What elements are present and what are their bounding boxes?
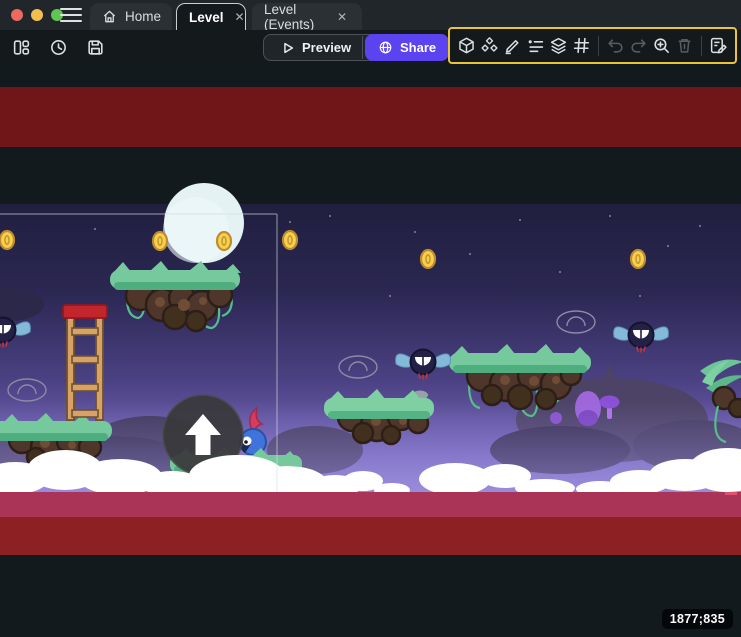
share-button[interactable]: Share	[365, 34, 449, 61]
lava-floor-object[interactable]	[0, 492, 741, 517]
tab-level-events-close-icon[interactable]: ✕	[334, 8, 350, 26]
star	[699, 225, 701, 227]
star	[559, 271, 561, 273]
tab-level-events[interactable]: Level (Events) ✕	[252, 3, 362, 30]
cursor-coordinates-badge: 1877;835	[662, 609, 733, 629]
object-groups-icon[interactable]	[479, 35, 500, 57]
edit-pencil-icon[interactable]	[502, 35, 523, 57]
scene-properties-icon[interactable]	[708, 35, 729, 57]
star	[389, 295, 391, 297]
star	[519, 219, 521, 221]
window-controls	[11, 9, 63, 21]
coin[interactable]	[0, 231, 14, 249]
globe-icon	[378, 40, 393, 55]
tab-level-label: Level	[189, 10, 224, 25]
preview-button-label: Preview	[302, 40, 351, 55]
redo-icon[interactable]	[628, 35, 649, 57]
home-icon	[102, 9, 117, 24]
grid-icon[interactable]	[571, 35, 592, 57]
star	[469, 253, 471, 255]
star	[639, 295, 641, 297]
star	[289, 221, 291, 223]
tab-home-label: Home	[125, 9, 161, 24]
history-icon[interactable]	[47, 36, 69, 58]
scene-editor-toolbar-highlight	[448, 27, 737, 64]
lava-floor-detail	[725, 492, 737, 495]
coin[interactable]	[421, 250, 435, 268]
delete-icon[interactable]	[674, 35, 695, 57]
star	[329, 215, 331, 217]
star	[667, 245, 669, 247]
project-manager-icon[interactable]	[10, 36, 32, 58]
title-bar: Home Level ✕ Level (Events) ✕	[0, 0, 741, 30]
star	[609, 215, 611, 217]
star	[414, 231, 416, 233]
share-button-label: Share	[400, 40, 436, 55]
app-window: Home Level ✕ Level (Events) ✕	[0, 0, 741, 637]
layers-panel-icon[interactable]	[548, 35, 569, 57]
lava-floor-deep[interactable]	[0, 517, 741, 555]
coin[interactable]	[153, 232, 167, 250]
lava-ceiling-object[interactable]	[0, 87, 741, 147]
instances-list-icon[interactable]	[525, 35, 546, 57]
zoom-in-icon[interactable]	[651, 35, 672, 57]
toolbar-divider	[598, 36, 599, 56]
undo-icon[interactable]	[605, 35, 626, 57]
tab-level[interactable]: Level ✕	[176, 3, 246, 30]
coin[interactable]	[217, 232, 231, 250]
tab-level-close-icon[interactable]: ✕	[232, 8, 248, 26]
menu-icon[interactable]	[60, 8, 82, 22]
minimize-window-button[interactable]	[31, 9, 43, 21]
tab-level-events-label: Level (Events)	[264, 2, 326, 32]
objects-panel-icon[interactable]	[456, 35, 477, 57]
star	[94, 228, 96, 230]
coin[interactable]	[283, 231, 297, 249]
save-icon[interactable]	[84, 36, 106, 58]
scene-canvas[interactable]: 1877;835	[0, 64, 741, 637]
close-window-button[interactable]	[11, 9, 23, 21]
play-icon	[281, 41, 295, 55]
tab-home[interactable]: Home	[90, 3, 172, 30]
coin[interactable]	[631, 250, 645, 268]
toolbar-divider	[701, 36, 702, 56]
